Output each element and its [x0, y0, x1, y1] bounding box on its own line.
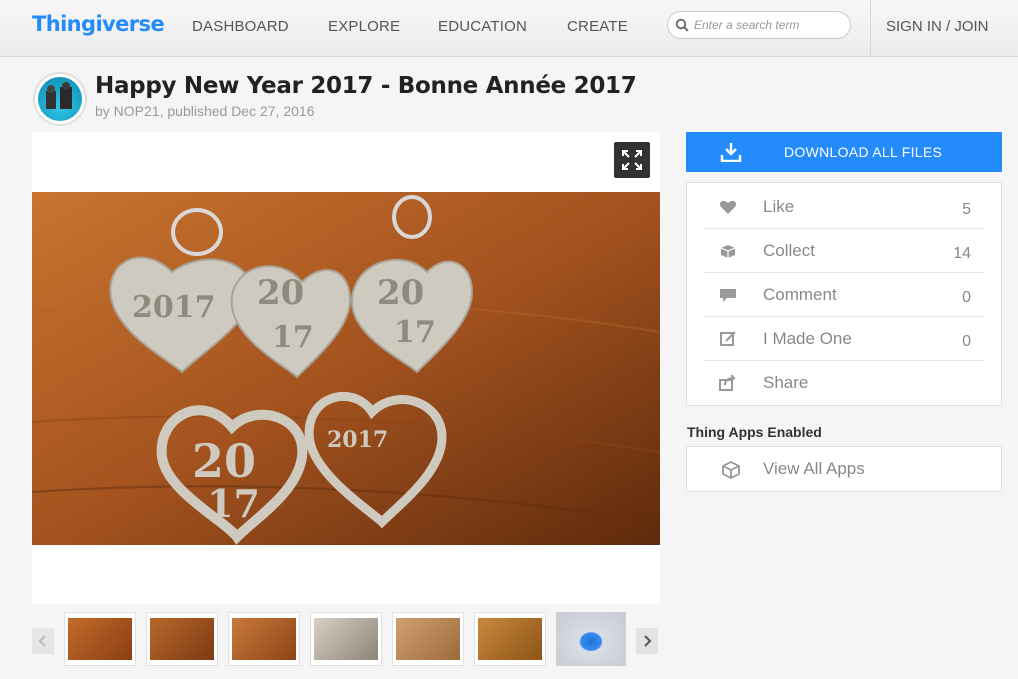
- thumbnail-6[interactable]: [474, 612, 546, 666]
- nav-education[interactable]: EDUCATION: [438, 18, 527, 35]
- heart-5-text: 2017: [327, 427, 388, 453]
- search-icon: [675, 18, 689, 32]
- search-input[interactable]: [694, 16, 844, 34]
- comment-icon: [720, 289, 736, 302]
- comment-button[interactable]: Comment 0: [703, 273, 985, 317]
- view-all-apps-button[interactable]: View All Apps: [686, 446, 1002, 492]
- share-label: Share: [763, 373, 809, 392]
- heart-3-bottom-text: 17: [394, 315, 436, 350]
- comment-label: Comment: [763, 285, 837, 304]
- thumbnail-prev-button[interactable]: [32, 628, 54, 654]
- share-button[interactable]: Share: [703, 361, 985, 405]
- i-made-one-label: I Made One: [763, 329, 852, 348]
- chevron-right-icon: [644, 635, 652, 647]
- heart-1-text: 2017: [132, 290, 216, 325]
- creator-avatar[interactable]: [33, 72, 87, 126]
- search-box[interactable]: [667, 11, 851, 39]
- thingiverse-logo[interactable]: Thingiverse: [32, 12, 165, 36]
- thumbnail-7[interactable]: [556, 612, 626, 666]
- view-all-apps-label: View All Apps: [763, 459, 865, 478]
- collect-button[interactable]: Collect 14: [703, 229, 985, 273]
- like-label: Like: [763, 197, 795, 216]
- thing-stats-panel: Like 5 Collect 14 Comment 0 I Made One 0…: [686, 182, 1002, 406]
- like-button[interactable]: Like 5: [703, 185, 985, 229]
- nav-dashboard[interactable]: DASHBOARD: [192, 18, 289, 35]
- main-photo[interactable]: 2017 20 17 20 17 20 17 2017: [32, 192, 660, 545]
- header-divider: [870, 0, 871, 57]
- heart-4-bottom-text: 17: [207, 481, 260, 526]
- thumbnail-4[interactable]: [310, 612, 382, 666]
- comment-count: 0: [962, 289, 971, 306]
- i-made-one-count: 0: [962, 333, 971, 350]
- thumbnail-1[interactable]: [64, 612, 136, 666]
- download-all-files-button[interactable]: DOWNLOAD ALL FILES: [686, 132, 1002, 172]
- thumbnail-3[interactable]: [228, 612, 300, 666]
- made-icon: [720, 331, 736, 346]
- expand-icon: [622, 150, 642, 170]
- collect-icon: [720, 245, 736, 258]
- heart-3-top-text: 20: [377, 273, 424, 313]
- i-made-one-button[interactable]: I Made One 0: [703, 317, 985, 361]
- chevron-left-icon: [38, 635, 46, 647]
- cube-icon: [722, 460, 740, 480]
- download-label: DOWNLOAD ALL FILES: [784, 144, 943, 160]
- thumbnail-5[interactable]: [392, 612, 464, 666]
- heart-icon: [719, 200, 737, 214]
- nav-explore[interactable]: EXPLORE: [328, 18, 400, 35]
- top-navigation-bar: Thingiverse DASHBOARD EXPLORE EDUCATION …: [0, 0, 1018, 57]
- heart-2-bottom-text: 17: [272, 320, 314, 355]
- collect-label: Collect: [763, 241, 815, 260]
- thing-apps-heading: Thing Apps Enabled: [687, 424, 822, 440]
- thumbnail-next-button[interactable]: [636, 628, 658, 654]
- thing-title: Happy New Year 2017 - Bonne Année 2017: [95, 73, 637, 99]
- like-count: 5: [962, 201, 971, 218]
- thing-byline: by NOP21, published Dec 27, 2016: [95, 103, 315, 119]
- download-icon: [720, 143, 742, 162]
- heart-2-top-text: 20: [257, 273, 304, 313]
- thing-gallery: 2017 20 17 20 17 20 17 2017: [32, 132, 660, 604]
- thumbnail-2[interactable]: [146, 612, 218, 666]
- fullscreen-button[interactable]: [614, 142, 650, 178]
- collect-count: 14: [953, 245, 971, 262]
- share-icon: [719, 375, 736, 391]
- heart-4-top-text: 20: [192, 434, 256, 488]
- nav-create[interactable]: CREATE: [567, 18, 628, 35]
- sign-in-join-link[interactable]: SIGN IN / JOIN: [886, 18, 989, 35]
